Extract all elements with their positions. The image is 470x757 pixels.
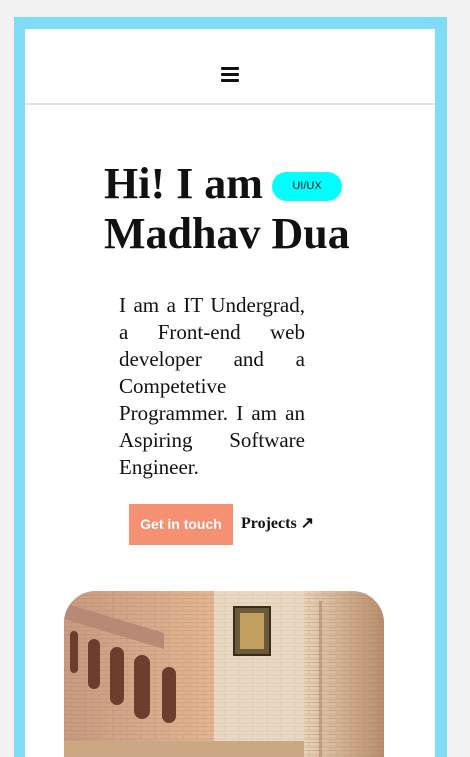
profile-photo-image	[64, 591, 384, 757]
menu-bar	[221, 67, 239, 70]
get-in-touch-button[interactable]: Get in touch	[129, 504, 233, 545]
navbar	[25, 29, 435, 105]
hero-title-line1: Hi! I am	[104, 159, 263, 208]
arrow-up-right-icon: ↗	[300, 515, 315, 532]
browser-frame: Hi! I am Madhav Dua UI/UX I am a IT Unde…	[14, 17, 447, 757]
menu-bar	[221, 73, 239, 76]
menu-bar	[221, 79, 239, 82]
role-badge: UI/UX	[272, 172, 342, 201]
hero-title-line2: Madhav Dua	[104, 209, 350, 258]
hamburger-menu-icon[interactable]	[221, 67, 239, 83]
portfolio-page: Hi! I am Madhav Dua UI/UX I am a IT Unde…	[25, 29, 435, 757]
profile-photo	[64, 591, 384, 757]
bio-text: I am a IT Undergrad, a Front-end web dev…	[119, 293, 305, 479]
projects-link[interactable]: Projects ↗	[241, 513, 314, 535]
hero-title: Hi! I am Madhav Dua	[104, 159, 404, 259]
projects-link-label: Projects	[241, 515, 297, 532]
